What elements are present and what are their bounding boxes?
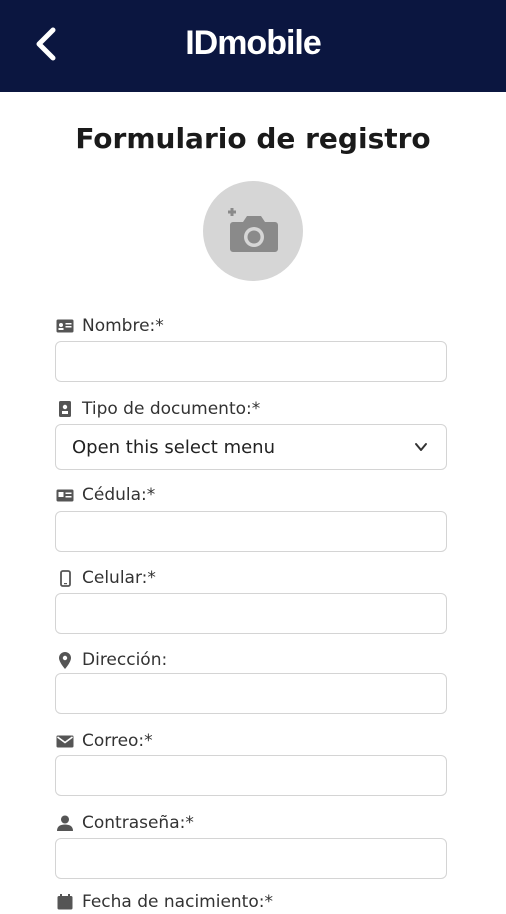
user-icon (56, 814, 74, 832)
field-label-direccion: Dirección: (56, 648, 167, 672)
nombre-input[interactable] (55, 341, 447, 382)
field-label-contrasena: Contraseña:* (56, 811, 194, 835)
badge-icon (56, 486, 74, 504)
field-label-text: Fecha de nacimiento:* (82, 892, 273, 912)
mail-icon (56, 732, 74, 750)
correo-input[interactable] (55, 755, 447, 796)
cedula-input[interactable] (55, 511, 447, 552)
tipo-documento-select[interactable]: Open this select menu (55, 424, 447, 470)
chevron-down-icon (415, 443, 427, 451)
contrasena-input[interactable] (55, 838, 447, 879)
field-label-text: Contraseña:* (82, 813, 194, 833)
celular-input[interactable] (55, 593, 447, 634)
field-label-text: Dirección: (82, 650, 168, 670)
brand-logo: IDmobile (185, 24, 322, 62)
add-photo-icon (228, 208, 278, 252)
field-label-fecha-nacimiento: Fecha de nacimiento:* (56, 890, 273, 914)
field-label-celular: Celular:* (56, 566, 156, 590)
field-label-cedula: Cédula:* (56, 483, 155, 507)
direccion-input[interactable] (55, 673, 447, 714)
page-title: Formulario de registro (75, 122, 431, 155)
photo-upload-button[interactable] (203, 181, 303, 281)
select-value: Open this select menu (72, 436, 275, 458)
field-label-correo: Correo:* (56, 729, 153, 753)
field-label-nombre: Nombre:* (56, 314, 164, 338)
field-label-text: Celular:* (82, 568, 156, 588)
location-icon (56, 651, 74, 669)
field-label-text: Cédula:* (82, 485, 156, 505)
app-header: IDmobile (0, 0, 506, 92)
field-label-tipo-documento: Tipo de documento:* (56, 397, 260, 421)
id-card-icon (56, 317, 74, 335)
field-label-text: Nombre:* (82, 316, 164, 336)
calendar-icon (56, 893, 74, 911)
field-label-text: Correo:* (82, 731, 153, 751)
field-label-text: Tipo de documento:* (82, 399, 261, 419)
phone-icon (56, 569, 74, 587)
document-icon (56, 400, 74, 418)
